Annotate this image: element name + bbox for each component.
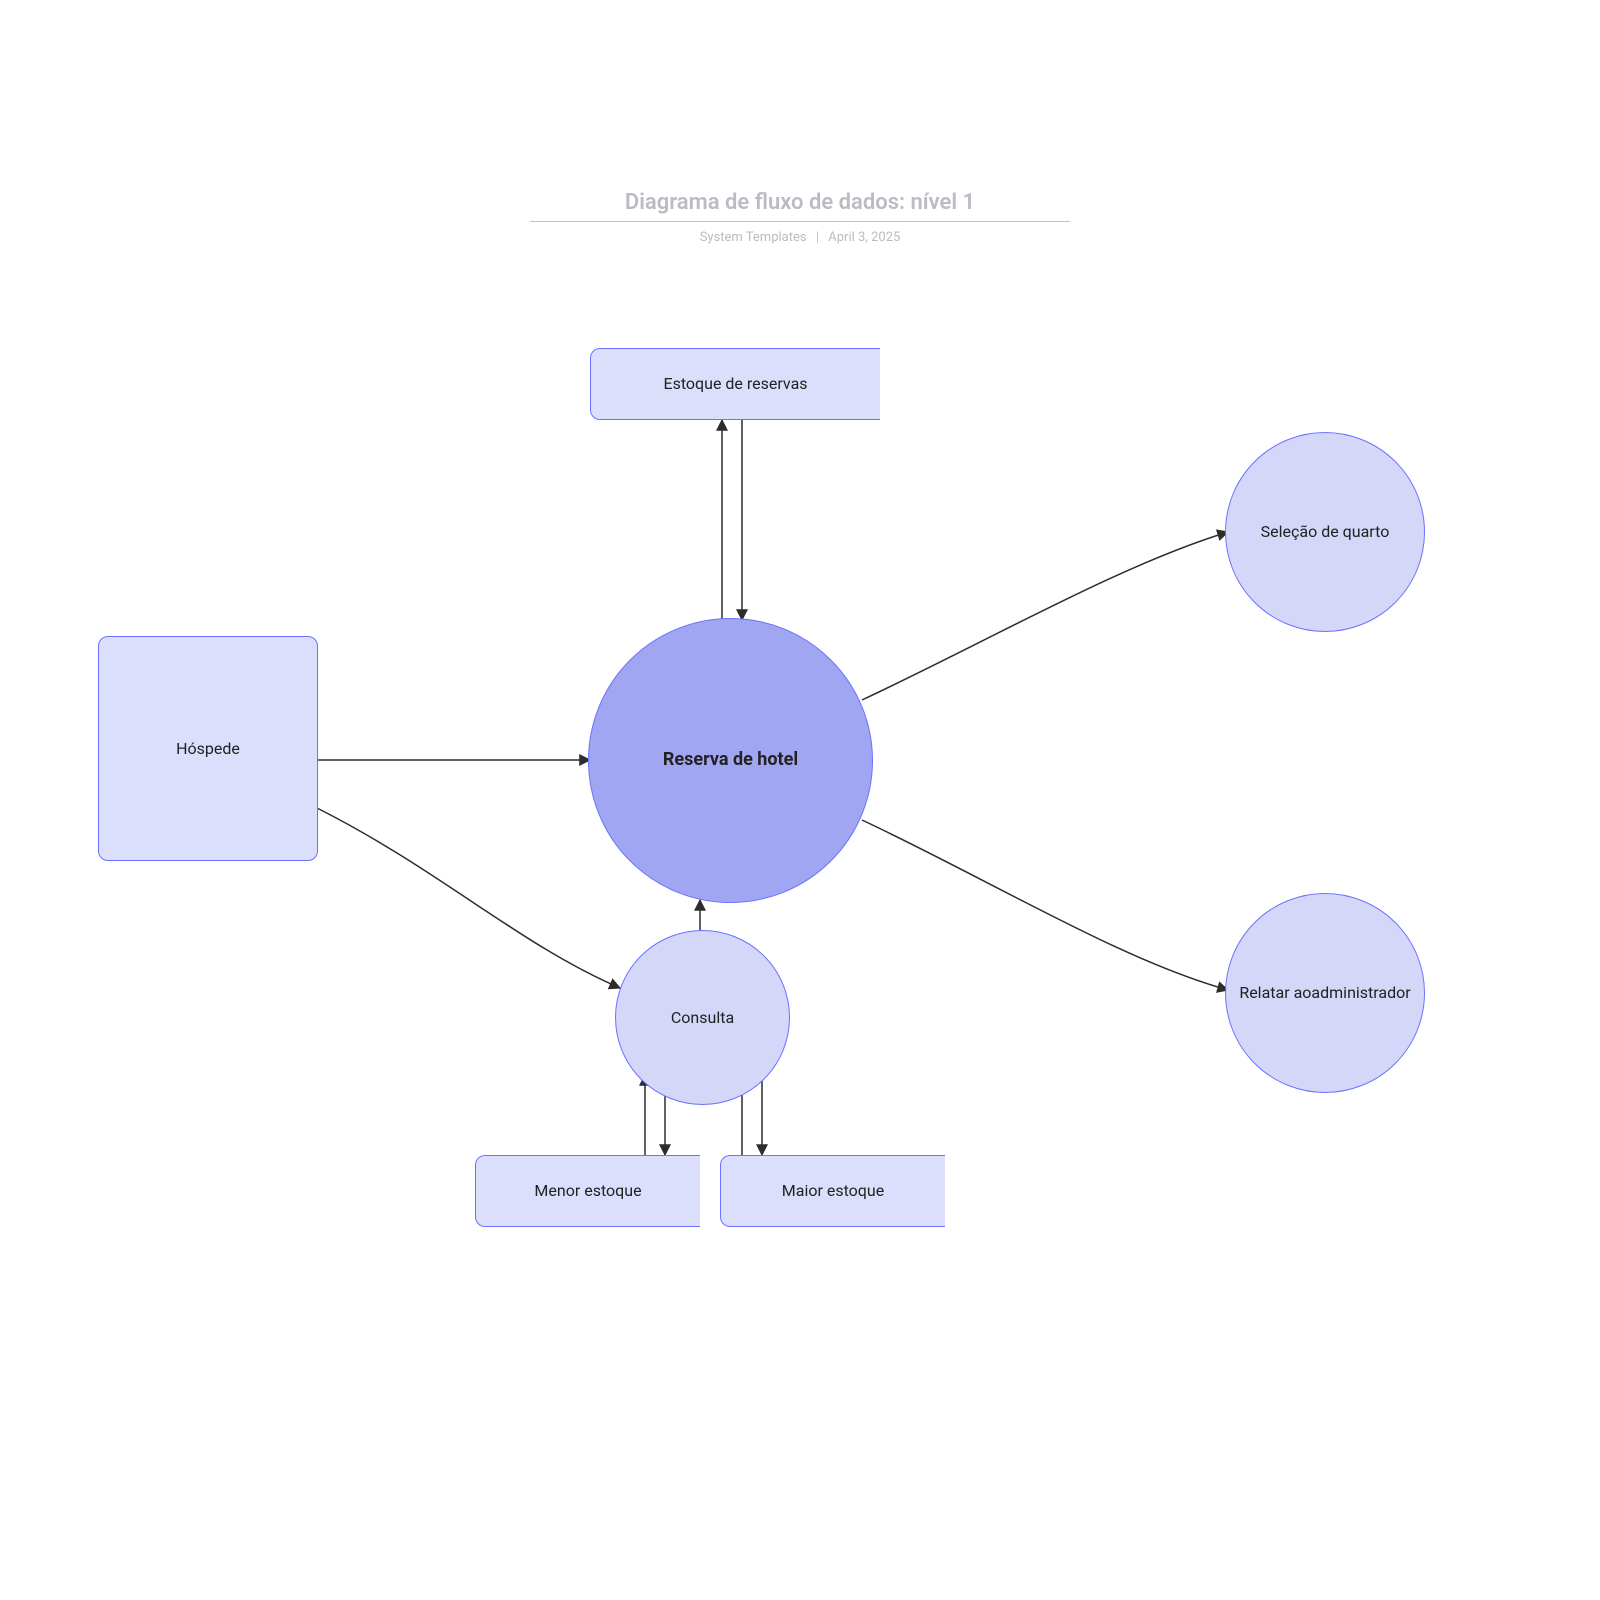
node-label: Consulta [671, 1008, 734, 1028]
node-label-line1: Relatar ao [1239, 983, 1311, 1003]
node-label-line2: administrador [1311, 983, 1410, 1003]
edge-hotel-to-report [862, 820, 1228, 990]
diagram-canvas: Diagrama de fluxo de dados: nível 1 Syst… [0, 0, 1600, 1600]
title-underline [530, 221, 1070, 222]
subtitle-source: System Templates [700, 230, 807, 245]
subtitle-date: April 3, 2025 [828, 230, 900, 245]
node-room-selection[interactable]: Seleção de quarto [1225, 432, 1425, 632]
node-reservation-stock[interactable]: Estoque de reservas [590, 348, 880, 420]
node-label: Reserva de hotel [663, 749, 798, 772]
diagram-subtitle: System Templates | April 3, 2025 [0, 230, 1600, 245]
diagram-header: Diagrama de fluxo de dados: nível 1 Syst… [0, 190, 1600, 245]
node-label: Estoque de reservas [663, 374, 807, 394]
node-smaller-stock[interactable]: Menor estoque [475, 1155, 700, 1227]
node-report-admin[interactable]: Relatar ao administrador [1225, 893, 1425, 1093]
node-label: Hóspede [176, 739, 240, 759]
subtitle-separator: | [816, 230, 819, 245]
diagram-title: Diagrama de fluxo de dados: nível 1 [0, 190, 1600, 215]
node-guest[interactable]: Hóspede [98, 636, 318, 861]
node-query[interactable]: Consulta [615, 930, 790, 1105]
node-label: Seleção de quarto [1261, 522, 1390, 542]
node-hotel-reservation[interactable]: Reserva de hotel [588, 618, 873, 903]
node-label: Menor estoque [534, 1181, 641, 1201]
edge-hotel-to-room [862, 532, 1228, 700]
node-larger-stock[interactable]: Maior estoque [720, 1155, 945, 1227]
edge-guest-to-query [317, 808, 620, 988]
node-label: Maior estoque [782, 1181, 884, 1201]
